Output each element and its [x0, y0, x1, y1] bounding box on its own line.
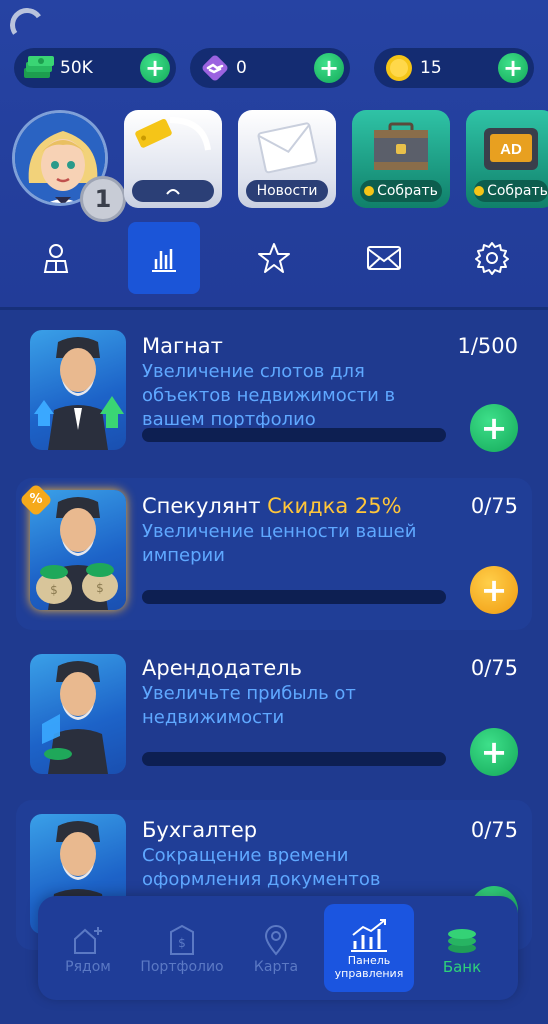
person-icon	[43, 244, 69, 273]
price-tag-icon	[135, 117, 211, 151]
map-pin-icon	[263, 921, 289, 959]
coin-icon	[364, 186, 375, 196]
upgrade-card-landlord: Арендодатель 0/75 Увеличьте прибыль от н…	[16, 646, 532, 786]
tab-favorites[interactable]	[238, 222, 310, 294]
nav-portfolio[interactable]: $ Портфолио	[136, 896, 228, 1000]
mail-icon	[367, 246, 401, 270]
upgrade-description: Увеличение слотов для объектов недвижимо…	[142, 361, 396, 430]
loading-spinner-icon	[7, 5, 47, 45]
upgrade-speculator-button[interactable]: +	[470, 566, 518, 614]
tab-profile[interactable]	[20, 222, 92, 294]
coins-balance: 15 +	[374, 48, 534, 88]
bar-chart-icon	[152, 249, 176, 272]
upgrade-title: Магнат	[142, 334, 223, 358]
upgrade-progress-bar	[142, 590, 446, 604]
promo-tile-label	[132, 180, 214, 202]
upgrade-card-magnate: Магнат 1/500 Увеличение слотов для объек…	[16, 322, 532, 462]
nav-portfolio-label: Портфолио	[140, 959, 224, 975]
profile-avatar-button[interactable]: 1	[12, 110, 126, 222]
upgrade-count: 0/75	[470, 494, 518, 518]
briefcase-icon	[374, 122, 428, 170]
nav-bank[interactable]: Банк	[416, 896, 508, 1000]
level-badge: 1	[80, 176, 126, 222]
nav-bank-label: Банк	[442, 958, 482, 976]
svg-text:$: $	[178, 936, 186, 950]
upgrade-description: Увеличение ценности вашей империи	[142, 521, 417, 566]
magnate-portrait	[30, 330, 126, 450]
landlord-portrait	[30, 654, 126, 774]
nav-nearby[interactable]: Рядом	[42, 896, 134, 1000]
upgrade-card-speculator: $ $ % Спекулянт Скидка 25% 0/75 Увеличен…	[16, 478, 532, 630]
upgrade-landlord-button[interactable]: +	[470, 728, 518, 776]
nav-dashboard-label: Панель управления	[334, 954, 404, 980]
star-icon	[258, 243, 290, 273]
handshake-icon	[198, 51, 232, 85]
ad-tv-icon: AD	[484, 128, 538, 170]
loading-arc-icon	[166, 189, 180, 195]
coin-icon	[474, 186, 485, 196]
tab-settings[interactable]	[456, 222, 528, 294]
svg-text:AD: AD	[500, 141, 522, 158]
add-coins-button[interactable]: +	[498, 53, 528, 83]
upgrade-title: Бухгалтер	[142, 818, 258, 842]
news-label: Новости	[246, 180, 328, 202]
svg-text:$: $	[50, 583, 58, 597]
nav-nearby-label: Рядом	[65, 959, 111, 975]
svg-text:$: $	[96, 581, 104, 595]
nav-dashboard[interactable]: Панель управления	[324, 904, 414, 992]
nav-map[interactable]: Карта	[230, 896, 322, 1000]
add-cash-button[interactable]: +	[140, 53, 170, 83]
upgrade-count: 0/75	[470, 656, 518, 680]
coin-icon	[382, 51, 416, 85]
collect-briefcase-tile[interactable]: Собрать	[352, 110, 450, 208]
building-dollar-icon: $	[167, 921, 197, 959]
news-tile[interactable]: Новости	[238, 110, 336, 208]
upgrade-count: 0/75	[470, 818, 518, 842]
promo-tile[interactable]	[124, 110, 222, 208]
upgrade-title: Арендодатель	[142, 656, 303, 680]
discount-percent-badge: %	[19, 483, 53, 517]
coins-stack-icon	[445, 920, 479, 958]
coins-value: 15	[420, 58, 442, 78]
trend-chart-icon	[347, 916, 391, 954]
upgrade-description: Увеличьте прибыль от недвижимости	[142, 683, 356, 728]
tab-stats[interactable]	[128, 222, 200, 294]
nav-map-label: Карта	[253, 959, 299, 975]
upgrade-count: 1/500	[457, 334, 518, 358]
upgrade-title: Спекулянт Скидка 25%	[142, 494, 402, 518]
cash-stack-icon	[22, 51, 56, 85]
upgrade-progress-bar	[142, 428, 446, 442]
house-plus-icon	[71, 921, 105, 959]
cash-value: 50K	[60, 58, 93, 78]
upgrade-progress-bar	[142, 752, 446, 766]
bottom-navigation: Рядом $ Портфолио Карта Панель управлени…	[38, 896, 518, 1000]
discount-label: Скидка 25%	[267, 494, 402, 518]
top-panel: 50K + 0 + 15 + 1 Новости Собрать AD Собр…	[0, 0, 548, 310]
upgrade-magnate-button[interactable]: +	[470, 404, 518, 452]
collect-ad-tile[interactable]: AD Собрать	[466, 110, 548, 208]
deals-value: 0	[236, 58, 247, 78]
deals-balance: 0 +	[190, 48, 350, 88]
collect-label-1: Собрать	[360, 180, 442, 202]
gear-icon	[475, 242, 509, 275]
upgrade-description: Сокращение времени оформления документов	[142, 845, 381, 890]
envelope-icon	[257, 122, 318, 174]
collect-label-2: Собрать	[474, 180, 548, 202]
add-deals-button[interactable]: +	[314, 53, 344, 83]
cash-balance: 50K +	[14, 48, 176, 88]
tab-messages[interactable]	[348, 222, 420, 294]
